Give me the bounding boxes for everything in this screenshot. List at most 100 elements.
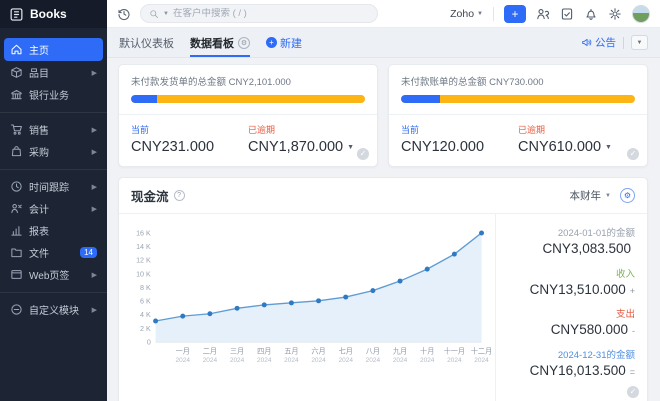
tab-data-dashboard[interactable]: 数据看板 ⚙ xyxy=(190,28,250,57)
data-point[interactable] xyxy=(153,319,158,324)
topbar-right: Zoho▼ + xyxy=(450,5,650,23)
progress-current-segment xyxy=(131,95,157,103)
sidebar-item-label: 时间跟踪 xyxy=(29,179,69,194)
sidebar-item-label: 报表 xyxy=(29,223,49,238)
topbar-separator xyxy=(493,7,494,21)
current-value: CNY231.000 xyxy=(131,139,248,155)
sidebar: Books 主页品目▶银行业务销售▶采购▶时间跟踪▶会计▶报表文件14Web页签… xyxy=(0,0,107,401)
data-point[interactable] xyxy=(479,230,484,235)
stat-label: 支出 xyxy=(508,306,635,320)
data-point[interactable] xyxy=(180,314,185,319)
tab-settings-icon[interactable]: ⚙ xyxy=(238,37,250,49)
svg-text:2024: 2024 xyxy=(420,357,435,364)
history-icon[interactable] xyxy=(117,7,131,21)
clock-icon xyxy=(10,180,23,193)
overdue-value: CNY610.000▼ xyxy=(518,139,635,155)
chevron-down-icon: ▼ xyxy=(477,11,483,17)
stat-label: 收入 xyxy=(508,266,635,280)
search-box[interactable]: ▼ xyxy=(140,4,378,23)
approval-check-icon[interactable]: ✓ xyxy=(627,386,639,398)
main-area: ▼ Zoho▼ + xyxy=(107,0,660,401)
overdue-value: CNY1,870.000▼ xyxy=(248,139,365,155)
data-point[interactable] xyxy=(425,267,430,272)
cash-flow-header: 现金流 ? 本财年▼ ⚙ xyxy=(119,178,647,214)
svg-text:2024: 2024 xyxy=(474,357,489,364)
users-icon[interactable] xyxy=(536,7,550,21)
chart-settings-icon[interactable]: ⚙ xyxy=(620,188,635,203)
new-dashboard-button[interactable]: + 新建 xyxy=(266,28,302,57)
folder-icon xyxy=(10,246,23,259)
collapse-chevron-button[interactable]: ▼ xyxy=(631,35,648,50)
megaphone-icon xyxy=(581,37,592,48)
data-point[interactable] xyxy=(262,302,267,307)
sidebar-item-label: 采购 xyxy=(29,144,49,159)
sidebar-item-accountant[interactable]: 会计▶ xyxy=(4,198,103,219)
sidebar-item-home[interactable]: 主页 xyxy=(4,38,103,61)
overdue-dropdown-icon[interactable]: ▼ xyxy=(347,144,354,151)
overdue-dropdown-icon[interactable]: ▼ xyxy=(605,144,612,151)
dashboard-content: 未付款发货单的总金额 CNY2,101.000当前CNY231.000已逾期CN… xyxy=(107,58,660,401)
data-point[interactable] xyxy=(235,306,240,311)
stat-value: CNY13,510.000+ xyxy=(508,282,635,297)
overdue-column: 已逾期CNY610.000▼ xyxy=(518,123,635,155)
sidebar-item-time-tracking[interactable]: 时间跟踪 ▶ xyxy=(4,176,103,197)
tasks-icon[interactable] xyxy=(560,7,574,21)
stat-incoming: 收入 CNY13,510.000+ xyxy=(508,266,635,297)
sidebar-item-custom-modules[interactable]: 自定义模块▶ xyxy=(4,299,103,320)
svg-text:四月: 四月 xyxy=(257,347,271,355)
app-logo[interactable]: Books xyxy=(0,0,107,28)
sidebar-item-documents[interactable]: 文件14 xyxy=(4,242,103,263)
announcements-link[interactable]: 公告 xyxy=(581,35,616,50)
progress-bar xyxy=(401,95,635,103)
chevron-right-icon: ▶ xyxy=(92,148,97,156)
data-point[interactable] xyxy=(316,298,321,303)
search-input[interactable] xyxy=(173,8,323,19)
sidebar-item-purchases[interactable]: 采购 ▶ xyxy=(4,141,103,162)
tab-label: 数据看板 xyxy=(190,35,234,51)
tabs-row-separator xyxy=(623,37,624,49)
data-point[interactable] xyxy=(370,288,375,293)
quick-create-button[interactable]: + xyxy=(504,5,526,23)
dashboard-tabs: 默认仪表板数据看板 ⚙ xyxy=(119,28,250,57)
svg-text:十一月: 十一月 xyxy=(444,346,465,355)
sidebar-item-label: 自定义模块 xyxy=(29,302,79,317)
sidebar-item-web-tabs[interactable]: Web页签▶ xyxy=(4,264,103,285)
stat-label: 2024-01-01的金额 xyxy=(508,225,635,239)
approval-check-icon[interactable]: ✓ xyxy=(357,148,369,160)
home-icon xyxy=(10,43,23,56)
gear-icon[interactable] xyxy=(608,7,622,21)
fiscal-year-dropdown[interactable]: 本财年▼ xyxy=(570,188,611,203)
avatar[interactable] xyxy=(632,5,650,23)
cart-icon xyxy=(10,123,23,136)
stat-closing-balance: 2024-12-31的金额CNY16,013.500= xyxy=(508,347,635,378)
tab-default-dashboard[interactable]: 默认仪表板 xyxy=(119,28,174,57)
search-scope-chevron-icon[interactable]: ▼ xyxy=(163,11,169,17)
cash-flow-stats: 2024-01-01的金额CNY3,083.500 收入CNY13,510.00… xyxy=(495,214,647,401)
operator: - xyxy=(632,326,635,336)
approval-check-icon[interactable]: ✓ xyxy=(627,148,639,160)
svg-text:2024: 2024 xyxy=(366,357,381,364)
sidebar-group: 时间跟踪 ▶ 会计▶ 报表文件14Web页签▶ xyxy=(0,170,107,293)
data-point[interactable] xyxy=(207,311,212,316)
card-values: 当前CNY120.000已逾期CNY610.000▼ xyxy=(389,115,647,166)
help-icon[interactable]: ? xyxy=(174,190,185,201)
sidebar-item-items[interactable]: 品目▶ xyxy=(4,62,103,83)
svg-text:一月: 一月 xyxy=(176,347,190,355)
svg-text:16 K: 16 K xyxy=(136,229,151,237)
sidebar-item-sales[interactable]: 销售▶ xyxy=(4,119,103,140)
sidebar-item-label: 文件 xyxy=(29,245,49,260)
card-title: 未付款账单的总金额 CNY730.000 xyxy=(401,74,635,88)
org-selector[interactable]: Zoho▼ xyxy=(450,8,483,20)
chevron-right-icon: ▶ xyxy=(92,69,97,77)
sidebar-item-banking[interactable]: 银行业务 xyxy=(4,84,103,105)
chevron-right-icon: ▶ xyxy=(92,183,97,191)
data-point[interactable] xyxy=(452,252,457,257)
sidebar-item-reports[interactable]: 报表 xyxy=(4,220,103,241)
sidebar-item-label: 销售 xyxy=(29,122,49,137)
data-point[interactable] xyxy=(289,300,294,305)
bell-icon[interactable] xyxy=(584,7,598,21)
data-point[interactable] xyxy=(343,295,348,300)
app-window: Books 主页品目▶银行业务销售▶采购▶时间跟踪▶会计▶报表文件14Web页签… xyxy=(0,0,660,401)
data-point[interactable] xyxy=(398,279,403,284)
svg-text:4 K: 4 K xyxy=(140,311,151,319)
